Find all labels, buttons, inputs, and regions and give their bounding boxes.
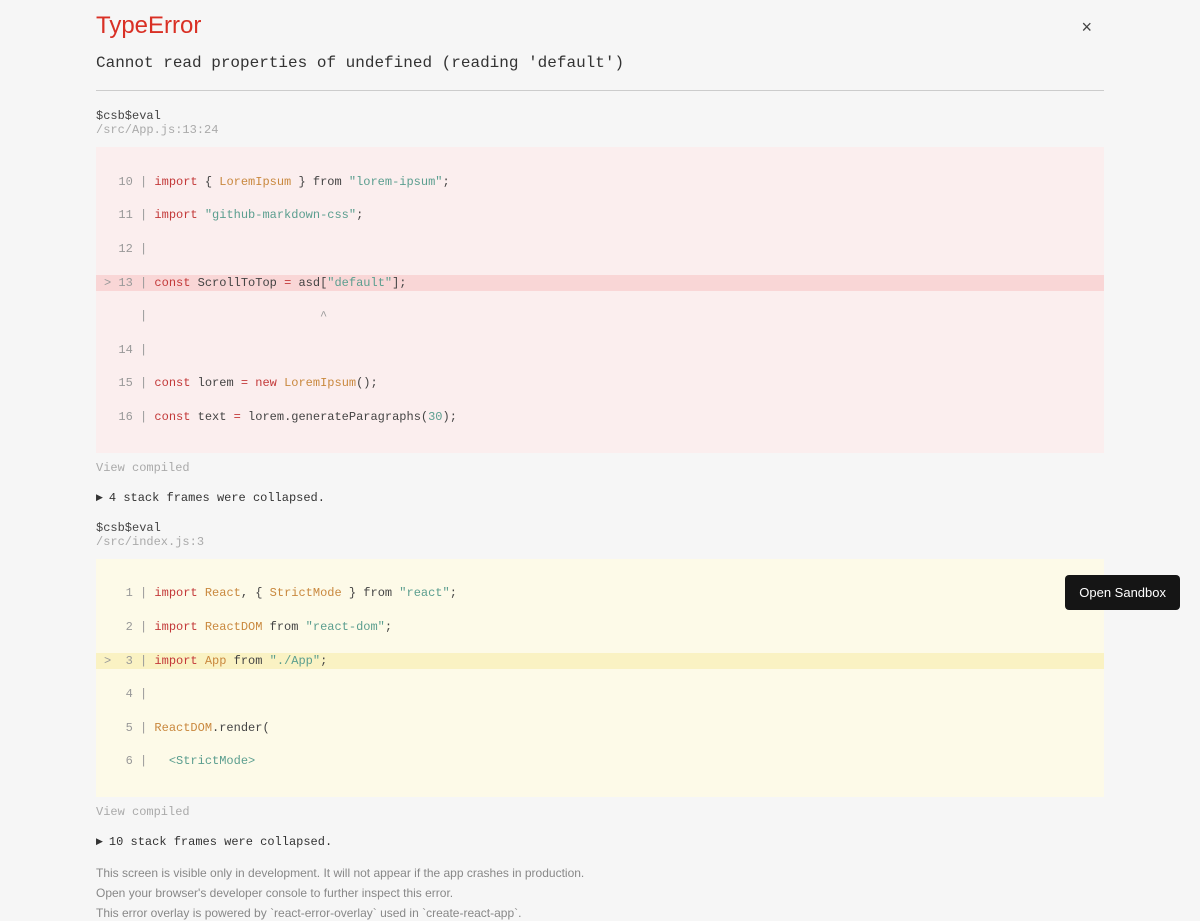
error-message: Cannot read properties of undefined (rea… xyxy=(96,54,1104,72)
footer-note: This screen is visible only in developme… xyxy=(96,865,1104,921)
collapsed-frames-toggle[interactable]: ▶ 10 stack frames were collapsed. xyxy=(96,835,1104,849)
arrow-right-icon: ▶ xyxy=(96,837,103,847)
view-compiled-link[interactable]: View compiled xyxy=(96,461,1104,475)
view-compiled-link[interactable]: View compiled xyxy=(96,805,1104,819)
open-sandbox-button[interactable]: Open Sandbox xyxy=(1065,575,1180,610)
stack-frame-location: /src/index.js:3 xyxy=(96,535,1104,549)
close-icon[interactable]: × xyxy=(1081,18,1092,36)
arrow-right-icon: ▶ xyxy=(96,493,103,503)
collapsed-frames-toggle[interactable]: ▶ 4 stack frames were collapsed. xyxy=(96,491,1104,505)
collapsed-frames-label: 10 stack frames were collapsed. xyxy=(109,835,332,849)
error-title: TypeError xyxy=(96,12,1104,40)
collapsed-frames-label: 4 stack frames were collapsed. xyxy=(109,491,325,505)
code-block: 1 | import React, { StrictMode } from "r… xyxy=(96,559,1104,797)
divider xyxy=(96,90,1104,91)
stack-frame-label: $csb$eval xyxy=(96,109,1104,123)
code-block: 10 | import { LoremIpsum } from "lorem-i… xyxy=(96,147,1104,453)
stack-frame-label: $csb$eval xyxy=(96,521,1104,535)
stack-frame-location: /src/App.js:13:24 xyxy=(96,123,1104,137)
